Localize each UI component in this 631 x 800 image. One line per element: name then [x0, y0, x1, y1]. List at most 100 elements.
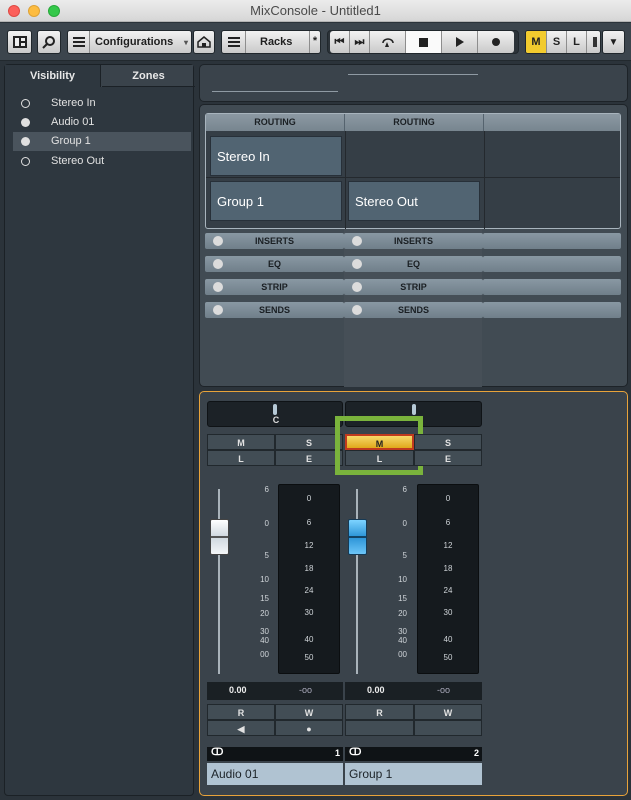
visibility-item-stereo-in[interactable]: Stereo In — [13, 94, 191, 113]
routing-input-stereo-in[interactable]: Stereo In — [210, 136, 342, 176]
visibility-item-label: Audio 01 — [51, 116, 95, 128]
visibility-toggle[interactable] — [21, 157, 30, 166]
play-button[interactable] — [442, 31, 478, 53]
pan-value: C — [272, 415, 280, 425]
close-window-button[interactable] — [8, 5, 20, 17]
cycle-icon — [381, 38, 394, 47]
left-zone-tabs: Visibility Zones — [5, 65, 195, 87]
rack-sends[interactable]: SENDS — [344, 302, 483, 318]
visibility-item-label: Stereo Out — [51, 155, 105, 167]
search-button[interactable] — [37, 30, 61, 54]
channel-name[interactable]: Group 1 — [345, 763, 482, 785]
stop-button[interactable] — [406, 31, 442, 53]
read-automation-button[interactable]: R — [345, 704, 414, 720]
home-button[interactable] — [193, 30, 215, 54]
record-button[interactable] — [478, 31, 514, 53]
record-enable-button[interactable]: ● — [275, 720, 343, 736]
rack-inserts[interactable]: INSERTS — [205, 233, 344, 249]
edit-button[interactable]: E — [275, 450, 343, 466]
cycle-button[interactable] — [370, 31, 406, 53]
rack-strip-empty[interactable] — [483, 279, 621, 295]
read-automation-button[interactable]: R — [207, 704, 275, 720]
visibility-item-label: Stereo In — [51, 97, 96, 109]
rack-toggle[interactable] — [352, 259, 362, 269]
go-to-start-button[interactable]: ⏮ — [330, 31, 350, 53]
visibility-toggle[interactable] — [21, 99, 30, 108]
channel-name[interactable]: Audio 01 — [207, 763, 343, 785]
write-automation-button[interactable]: W — [414, 704, 482, 720]
overview-line — [348, 74, 478, 75]
listen-button[interactable]: L — [345, 450, 414, 466]
racks-dropdown[interactable]: Racks * — [221, 30, 321, 54]
rack-eq[interactable]: EQ — [344, 256, 483, 272]
routing-output-stereo-out[interactable]: Stereo Out — [348, 181, 480, 221]
channel-overview — [199, 64, 628, 102]
toolbar-menu-button[interactable]: ▼ — [602, 30, 625, 54]
channel-number: 1 — [334, 748, 340, 758]
mute-solo-group: M S L — [525, 30, 601, 54]
rack-strip[interactable]: STRIP — [205, 279, 344, 295]
transport-bar: ⏮ ⏭ — [327, 30, 519, 54]
window-title: MixConsole - Untitled1 — [250, 3, 381, 18]
global-solo-button[interactable]: S — [547, 31, 567, 53]
rack-toggle[interactable] — [213, 236, 223, 246]
solo-button[interactable]: S — [414, 434, 482, 450]
listen-button[interactable]: L — [207, 450, 275, 466]
title-bar: MixConsole - Untitled1 — [0, 0, 631, 22]
rack-sends[interactable]: SENDS — [205, 302, 344, 318]
rack-toggle[interactable] — [352, 282, 362, 292]
minimize-window-button[interactable] — [28, 5, 40, 17]
stereo-icon: ↀ — [211, 747, 224, 758]
monitor-button[interactable]: ◀ — [207, 720, 275, 736]
value-display: 0.00 -oo — [345, 682, 482, 700]
list-icon — [68, 31, 90, 53]
rack-toggle[interactable] — [352, 305, 362, 315]
configurations-dropdown[interactable]: Configurations ▾ — [67, 30, 192, 54]
solo-button[interactable]: S — [275, 434, 343, 450]
visibility-toggle[interactable] — [21, 118, 30, 127]
mute-button-active[interactable]: M — [345, 434, 414, 450]
transport-buttons: ⏮ ⏭ — [330, 31, 514, 53]
go-to-end-button[interactable]: ⏭ — [350, 31, 370, 53]
rack-inserts[interactable]: INSERTS — [344, 233, 483, 249]
rack-toggle[interactable] — [352, 236, 362, 246]
tab-visibility[interactable]: Visibility — [5, 65, 101, 87]
window-layout-button[interactable] — [7, 30, 32, 54]
volume-value[interactable]: 0.00 — [367, 685, 385, 695]
peak-value[interactable]: -oo — [299, 685, 312, 695]
edit-button[interactable]: E — [414, 450, 482, 466]
mute-button[interactable]: M — [207, 434, 275, 450]
rack-toggle[interactable] — [213, 305, 223, 315]
stereo-icon: ↀ — [349, 747, 362, 758]
visibility-item-audio-01[interactable]: Audio 01 — [13, 113, 191, 132]
volume-value[interactable]: 0.00 — [229, 685, 247, 695]
write-automation-button[interactable]: W — [275, 704, 343, 720]
pan-control[interactable]: C — [207, 401, 343, 427]
global-mute-button[interactable]: M — [526, 31, 547, 53]
global-extra-button[interactable] — [587, 31, 600, 53]
routing-output-group-1[interactable]: Group 1 — [210, 181, 342, 221]
record-dot-icon: ● — [306, 724, 312, 734]
visibility-toggle[interactable] — [21, 137, 30, 146]
rack-toggle[interactable] — [213, 282, 223, 292]
rack-eq[interactable]: EQ — [205, 256, 344, 272]
rack-sends-empty[interactable] — [483, 302, 621, 318]
global-listen-button[interactable]: L — [567, 31, 587, 53]
rack-strip[interactable]: STRIP — [344, 279, 483, 295]
zoom-window-button[interactable] — [48, 5, 60, 17]
skip-forward-icon: ⏭ — [354, 35, 365, 48]
visibility-item-stereo-out[interactable]: Stereo Out — [13, 152, 191, 171]
visibility-item-group-1[interactable]: Group 1 — [13, 132, 191, 151]
record-enable-button[interactable] — [414, 720, 482, 736]
rack-eq-empty[interactable] — [483, 256, 621, 272]
monitor-button[interactable] — [345, 720, 414, 736]
skip-back-icon: ⏮ — [334, 35, 345, 48]
peak-value[interactable]: -oo — [437, 685, 450, 695]
configurations-label: Configurations — [95, 36, 174, 48]
tab-zones[interactable]: Zones — [102, 65, 195, 87]
fader-section: C M S L E 6 0 5 10 15 20 30 40 00 0 6 12… — [199, 391, 628, 796]
divider — [345, 131, 346, 229]
rack-inserts-empty[interactable] — [483, 233, 621, 249]
fader-track — [218, 489, 220, 674]
rack-toggle[interactable] — [213, 259, 223, 269]
